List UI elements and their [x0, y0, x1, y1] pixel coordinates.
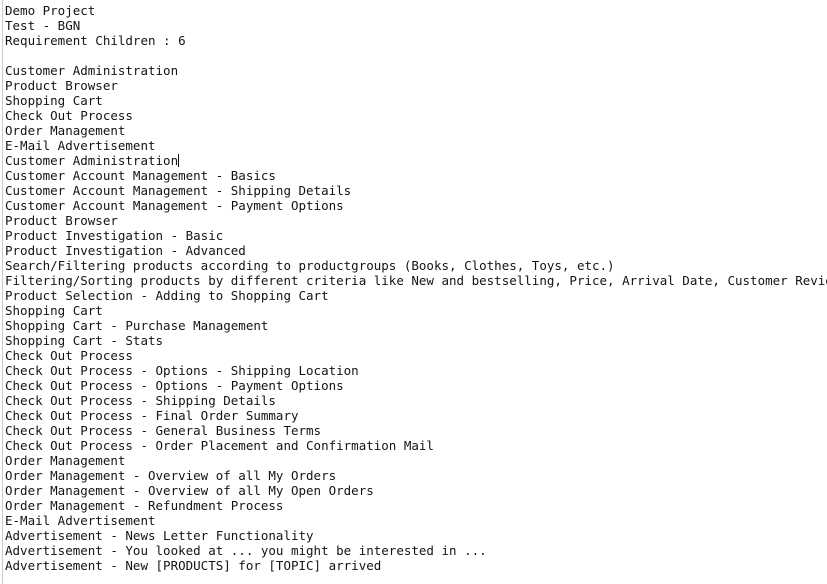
- text-line[interactable]: Search/Filtering products according to p…: [5, 258, 825, 273]
- text-line[interactable]: Order Management - Refundment Process: [5, 498, 825, 513]
- text-line[interactable]: Check Out Process - Final Order Summary: [5, 408, 825, 423]
- text-line[interactable]: Check Out Process - Options - Shipping L…: [5, 363, 825, 378]
- text-line[interactable]: Customer Account Management - Shipping D…: [5, 183, 825, 198]
- text-content-area[interactable]: Demo Project Test - BGN Requirement Childr…: [5, 3, 827, 573]
- text-line[interactable]: Order Management: [5, 123, 825, 138]
- text-line[interactable]: E-Mail Advertisement: [5, 138, 825, 153]
- text-line[interactable]: Product Investigation - Basic: [5, 228, 825, 243]
- text-line[interactable]: Check Out Process: [5, 348, 825, 363]
- text-line[interactable]: Check Out Process - Shipping Details: [5, 393, 825, 408]
- text-line[interactable]: E-Mail Advertisement: [5, 513, 825, 528]
- text-line[interactable]: [5, 48, 825, 63]
- text-line[interactable]: Customer Account Management - Payment Op…: [5, 198, 825, 213]
- text-line[interactable]: Requirement Children : 6: [5, 33, 825, 48]
- text-line[interactable]: Customer Administration: [5, 153, 825, 168]
- plain-text-viewer[interactable]: Demo Project Test - BGN Requirement Childr…: [0, 0, 827, 584]
- text-line[interactable]: Advertisement - New [PRODUCTS] for [TOPI…: [5, 558, 825, 573]
- text-line[interactable]: Product Browser: [5, 78, 825, 93]
- left-margin-rule: [2, 0, 3, 584]
- text-line[interactable]: Product Browser: [5, 213, 825, 228]
- text-line[interactable]: Customer Account Management - Basics: [5, 168, 825, 183]
- text-caret: [178, 154, 180, 167]
- text-line[interactable]: Check Out Process - General Business Ter…: [5, 423, 825, 438]
- text-line[interactable]: Product Selection - Adding to Shopping C…: [5, 288, 825, 303]
- text-line[interactable]: Advertisement - News Letter Functionalit…: [5, 528, 825, 543]
- text-line[interactable]: Shopping Cart - Purchase Management: [5, 318, 825, 333]
- text-line[interactable]: Order Management: [5, 453, 825, 468]
- text-line[interactable]: Demo Project: [5, 3, 825, 18]
- text-line[interactable]: Customer Administration: [5, 63, 825, 78]
- text-line[interactable]: Advertisement - You looked at ... you mi…: [5, 543, 825, 558]
- text-line[interactable]: Filtering/Sorting products by different …: [5, 273, 827, 288]
- text-line[interactable]: Test - BGN: [5, 18, 825, 33]
- text-line[interactable]: Product Investigation - Advanced: [5, 243, 825, 258]
- text-line[interactable]: Order Management - Overview of all My Or…: [5, 468, 825, 483]
- text-line[interactable]: Shopping Cart: [5, 303, 825, 318]
- text-line[interactable]: Shopping Cart: [5, 93, 825, 108]
- text-line[interactable]: Check Out Process - Options - Payment Op…: [5, 378, 825, 393]
- text-line[interactable]: Shopping Cart - Stats: [5, 333, 825, 348]
- text-line[interactable]: Check Out Process: [5, 108, 825, 123]
- text-line[interactable]: Order Management - Overview of all My Op…: [5, 483, 825, 498]
- text-line[interactable]: Check Out Process - Order Placement and …: [5, 438, 825, 453]
